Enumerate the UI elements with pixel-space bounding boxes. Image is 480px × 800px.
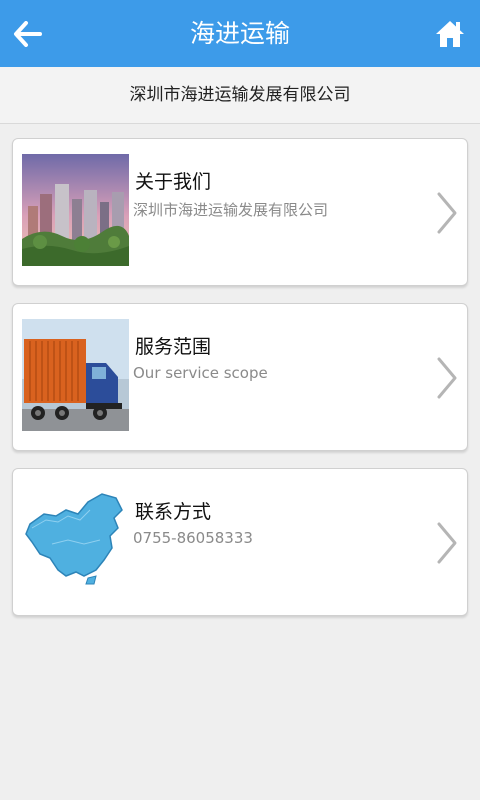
menu-card-service-scope[interactable]: 服务范围 Our service scope (12, 303, 468, 451)
app-bar: 海进运输 (0, 0, 480, 67)
container-truck-image (22, 319, 129, 431)
chevron-right-icon (437, 192, 457, 234)
card-title: 关于我们 (135, 171, 212, 193)
menu-card-contact[interactable]: 联系方式 0755-86058333 (12, 468, 468, 616)
card-subtitle: 深圳市海进运输发展有限公司 (133, 201, 329, 219)
city-skyline-image (22, 154, 129, 266)
card-subtitle: Our service scope (133, 364, 268, 382)
home-icon (436, 21, 464, 47)
menu-card-about-us[interactable]: 关于我们 深圳市海进运输发展有限公司 (12, 138, 468, 286)
chevron-right-icon (437, 357, 457, 399)
card-title: 服务范围 (135, 336, 212, 358)
company-name-header: 深圳市海进运输发展有限公司 (0, 67, 480, 124)
card-subtitle: 0755-86058333 (133, 529, 253, 547)
page-title: 海进运输 (189, 19, 290, 48)
china-map-image (22, 484, 129, 596)
chevron-right-icon (437, 522, 457, 564)
card-title: 联系方式 (135, 501, 212, 523)
home-button[interactable] (428, 12, 472, 56)
